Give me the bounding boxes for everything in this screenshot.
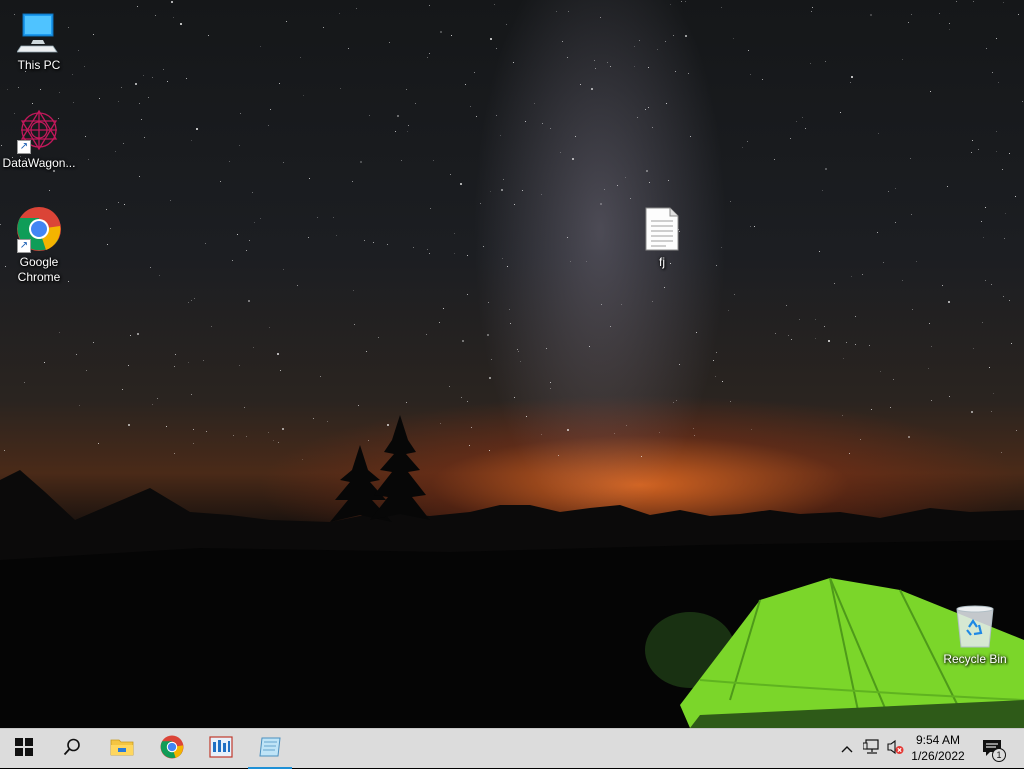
clock-button[interactable]: 9:54 AM 1/26/2022 [900,732,976,764]
chevron-up-icon [841,740,853,758]
notification-icon: 1 [982,739,1006,762]
windows-logo-icon [15,737,33,761]
notification-count-badge: 1 [992,748,1006,762]
chrome-icon: ↗ [15,205,63,253]
network-button[interactable] [860,729,884,769]
taskbar-app[interactable] [197,729,245,769]
search-icon [63,738,81,761]
shortcut-arrow-icon: ↗ [17,239,31,253]
desktop-icon-label: Recycle Bin [943,652,1007,666]
taskbar: 9:54 AM 1/26/2022 1 [0,728,1024,769]
network-icon [862,738,881,760]
search-button[interactable] [48,729,96,769]
desktop-icon-label: fj [659,255,665,269]
clock-time: 9:54 AM [915,733,961,747]
taskbar-chrome[interactable] [148,729,196,769]
app-window-icon [209,735,233,763]
shortcut-arrow-icon: ↗ [17,140,31,154]
taskbar-notepad[interactable] [246,729,294,769]
desktop-wallpaper [0,0,1024,728]
folder-icon [110,737,134,762]
computer-icon [15,8,63,56]
desktop-icon-this-pc[interactable]: This PC [1,8,77,73]
show-hidden-icons-button[interactable] [836,729,858,769]
desktop-icon-label: Google Chrome [17,255,61,284]
desktop-icon-label: This PC [17,58,61,72]
notepad-icon [258,736,282,763]
start-button[interactable] [0,729,48,769]
desktop-icon-fj[interactable]: fj [624,205,700,270]
chrome-icon [160,735,184,764]
datawagon-app-icon: ↗ [15,106,63,154]
desktop-icon-recycle-bin[interactable]: Recycle Bin [937,602,1013,667]
desktop-icon-label: DataWagon... [2,156,76,170]
action-center-button[interactable]: 1 [978,729,1008,769]
desktop-icon-datawagon[interactable]: ↗ DataWagon... [1,106,77,171]
clock-date: 1/26/2022 [911,749,965,763]
desktop-icon-google-chrome[interactable]: ↗ Google Chrome [1,205,77,285]
text-file-icon [638,205,686,253]
taskbar-file-explorer[interactable] [98,729,146,769]
landscape-silhouette [0,415,1024,728]
recycle-bin-icon [951,602,999,650]
